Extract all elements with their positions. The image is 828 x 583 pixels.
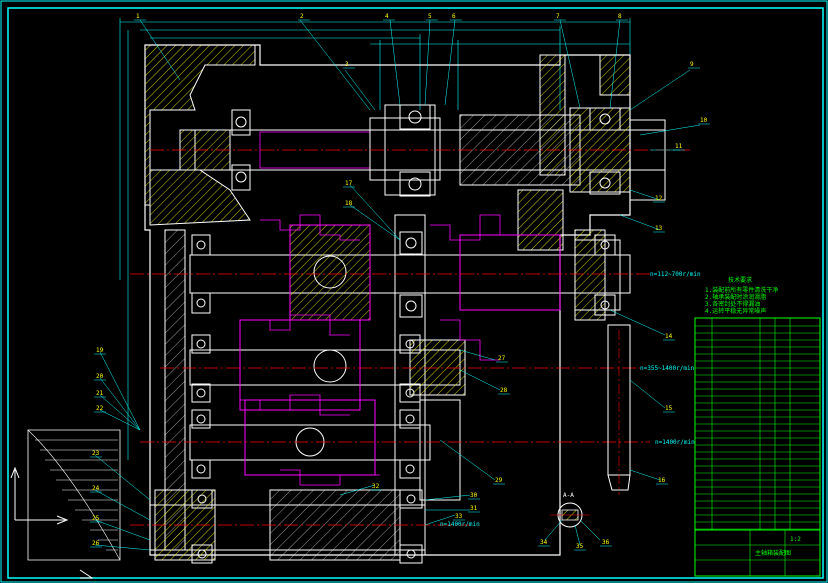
- notes-title: 技术要求: [728, 276, 752, 284]
- shaft-2-speed: n=355~1400r/min: [640, 365, 695, 372]
- part-number-1: 1: [136, 13, 140, 20]
- base-support: [27, 429, 121, 561]
- part-number-6: 6: [452, 13, 456, 20]
- part-number-30: 30: [470, 492, 478, 499]
- part-number-36: 36: [602, 539, 610, 546]
- part-number-17: 17: [345, 180, 353, 187]
- part-number-31: 31: [470, 505, 478, 512]
- shaft-3-speed: n=1400r/min: [655, 439, 695, 446]
- part-number-15: 15: [665, 405, 673, 412]
- notes-line-4: 4.运转平稳无异常噪声: [705, 307, 766, 315]
- part-number-26: 26: [92, 540, 100, 547]
- cad-drawing-canvas: n=112~700r/min n=355~1400r/min n=1400r/m…: [0, 0, 828, 583]
- part-number-2: 2: [300, 13, 304, 20]
- shaft-4-assembly: [130, 489, 470, 561]
- part-number-24: 24: [92, 485, 100, 492]
- notes-line-1: 1.装配前所有零件清洗干净: [705, 286, 778, 294]
- ucs-axis-icon: [10, 466, 94, 579]
- part-number-27: 27: [498, 355, 506, 362]
- part-number-3: 3: [345, 61, 349, 68]
- part-number-21: 21: [96, 390, 104, 397]
- drawing-border-outer: [0, 0, 828, 583]
- part-number-22: 22: [96, 405, 104, 412]
- part-number-20: 20: [96, 373, 104, 380]
- shaft-4-speed: n=1400r/min: [440, 521, 480, 528]
- part-number-34: 34: [540, 539, 548, 546]
- technical-notes: 技术要求 1.装配前所有零件清洗干净 2.轴承装配时涂润滑脂 3.各密封处不得漏…: [705, 276, 778, 315]
- shift-lever: [607, 324, 631, 495]
- shaft-1-speed: n=112~700r/min: [650, 271, 701, 278]
- title-block: 主轴箱装配图 1:2: [694, 317, 821, 577]
- part-number-28: 28: [500, 387, 508, 394]
- part-number-10: 10: [700, 117, 708, 124]
- part-number-8: 8: [618, 13, 622, 20]
- detail-label: A-A: [563, 492, 574, 499]
- notes-line-3: 3.各密封处不得漏油: [705, 300, 760, 308]
- part-number-11: 11: [675, 143, 683, 150]
- part-number-14: 14: [665, 333, 673, 340]
- notes-line-2: 2.轴承装配时涂润滑脂: [705, 293, 766, 301]
- part-number-33: 33: [455, 513, 463, 520]
- part-number-19: 19: [96, 347, 104, 354]
- part-number-16: 16: [658, 477, 666, 484]
- title-block-scale: 1:2: [790, 536, 801, 543]
- title-block-title: 主轴箱装配图: [755, 549, 791, 557]
- part-number-25: 25: [92, 515, 100, 522]
- part-number-4: 4: [385, 13, 389, 20]
- part-number-5: 5: [428, 13, 432, 20]
- part-number-18: 18: [345, 200, 353, 207]
- part-number-13: 13: [655, 225, 663, 232]
- part-number-29: 29: [495, 477, 503, 484]
- part-number-23: 23: [92, 450, 100, 457]
- part-number-12: 12: [655, 195, 663, 202]
- part-number-7: 7: [556, 13, 560, 20]
- part-number-9: 9: [690, 61, 694, 68]
- part-number-32: 32: [372, 483, 380, 490]
- section-detail: A-A: [544, 492, 601, 546]
- shaft-1-assembly: [130, 224, 650, 321]
